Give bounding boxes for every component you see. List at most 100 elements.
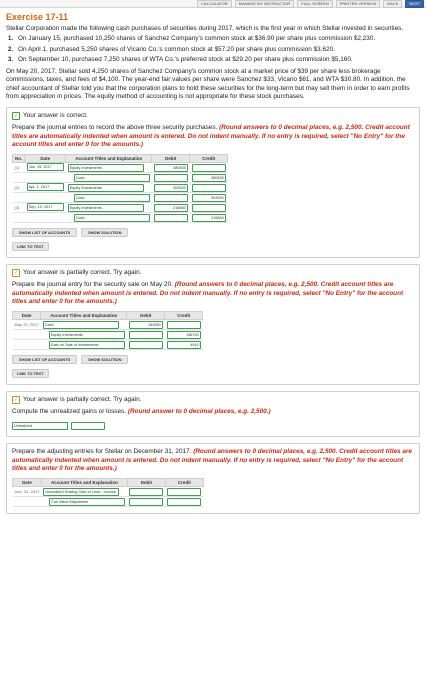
account-field[interactable]: Equity Investments (67, 183, 144, 192)
debit-cell: 161650 (126, 319, 165, 331)
account-cell: Cash (65, 212, 152, 224)
toolbar-buttons: CALCULATOR MANAGE MY INSTRUCTOR FULL SCR… (197, 0, 424, 8)
col-date: Date (11, 311, 42, 321)
account-cell: Cash (65, 192, 152, 204)
account-cell: Unrealized Holding Gain or Loss - Income (41, 486, 128, 498)
debit-field[interactable] (128, 330, 163, 339)
credit-field[interactable] (167, 497, 202, 506)
date-cell: Jan. 15, 2017 (24, 162, 66, 174)
account-field[interactable]: Cash (73, 193, 150, 202)
show-accounts-button[interactable]: SHOW LIST OF ACCOUNTS (12, 355, 78, 365)
col-account: Account Titles and Explanation (65, 154, 153, 164)
account-cell: Cash (65, 172, 152, 184)
status-text: Your answer is partially correct. Try ag… (23, 269, 142, 277)
partial-check-icon: ✓ (12, 396, 20, 405)
credit-cell: 380455 (189, 172, 228, 184)
date-field[interactable]: Sep. 10, 2017 (26, 203, 64, 212)
account-cell: Equity Investments (65, 182, 152, 194)
instruction-red: (Round answer to 0 decimal places, e.g. … (127, 408, 271, 416)
debit-field[interactable] (153, 173, 188, 182)
credit-field[interactable]: 303920 (191, 193, 226, 202)
part1-instruction: Prepare the journal entries to record th… (12, 124, 414, 149)
credit-cell (164, 319, 203, 331)
date-field[interactable]: Apr. 1, 2017 (26, 183, 64, 192)
part2-buttons: SHOW LIST OF ACCOUNTS SHOW SOLUTION (12, 355, 414, 365)
date-cell (12, 339, 41, 351)
account-field[interactable]: Equity Investments (67, 203, 144, 212)
entry-number: (3) (12, 202, 25, 214)
part4-instruction: Prepare the adjusting entries for Stella… (12, 448, 414, 473)
account-field[interactable]: Cash (73, 173, 150, 182)
debit-field[interactable]: 161650 (128, 320, 163, 329)
debit-field[interactable]: 303920 (153, 183, 188, 192)
account-field[interactable]: Gain on Sale of Investments (48, 340, 125, 349)
debit-cell (127, 496, 166, 508)
credit-field[interactable] (191, 163, 226, 172)
show-solution-button[interactable]: SHOW SOLUTION (81, 228, 129, 238)
date-cell: Apr. 1, 2017 (24, 182, 66, 194)
credit-cell: 303920 (189, 192, 228, 204)
unrealized-row: Unrealized (12, 422, 414, 431)
table-row: (2) Apr. 1, 2017 Equity Investments 3039… (12, 182, 228, 194)
credit-field[interactable] (167, 487, 202, 496)
debit-field[interactable]: 380455 (153, 163, 188, 172)
credit-field[interactable] (166, 320, 201, 329)
item-number: 2. (8, 46, 14, 53)
part2-panel: ✓ Your answer is partially correct. Try … (6, 264, 420, 386)
credit-field[interactable] (191, 183, 226, 192)
debit-field[interactable] (128, 340, 163, 349)
debit-field[interactable]: 216860 (153, 203, 188, 212)
debit-field[interactable] (153, 193, 188, 202)
table-row: Equity Investments 156740 (12, 329, 203, 341)
credit-cell: 156740 (164, 329, 203, 341)
debit-field[interactable] (129, 497, 164, 506)
entry-number (12, 212, 25, 224)
printer-version-button[interactable]: PRINTER VERSION (335, 0, 381, 8)
instruction-plain: Compute the unrealized gains or losses. (12, 408, 127, 416)
debit-field[interactable] (129, 487, 164, 496)
journal-table-4: Date Account Titles and Explanation Debi… (12, 478, 204, 508)
account-field[interactable]: Fair Value Adjustment (49, 497, 126, 506)
account-field[interactable]: Cash (42, 320, 119, 329)
show-solution-button[interactable]: SHOW SOLUTION (81, 355, 129, 365)
next-button[interactable]: NEXT (405, 0, 424, 8)
account-field[interactable]: Equity Investments (48, 330, 125, 339)
account-field[interactable]: Equity Investments (67, 163, 144, 172)
fullscreen-button[interactable]: FULL SCREEN (297, 0, 333, 8)
item-text: On September 10, purchased 7,250 shares … (18, 55, 353, 63)
debit-cell (126, 329, 165, 341)
item-number: 3. (8, 56, 14, 63)
table-row: (3) Sep. 10, 2017 Equity Investments 216… (12, 202, 228, 214)
credit-cell (165, 496, 204, 508)
date-cell: Dec. 31, 2017 (12, 486, 42, 498)
calculator-button[interactable]: CALCULATOR (197, 0, 232, 8)
date-field[interactable]: Jan. 15, 2017 (26, 163, 64, 172)
credit-cell (189, 162, 228, 174)
account-field[interactable]: Cash (73, 213, 150, 222)
credit-field[interactable]: 216860 (191, 213, 226, 222)
col-account: Account Titles and Explanation (40, 311, 128, 321)
unrealized-amount-field[interactable] (71, 422, 105, 431)
item-number: 1. (8, 36, 14, 43)
debit-cell (127, 486, 166, 498)
instructor-button[interactable]: MANAGE MY INSTRUCTOR (234, 0, 295, 8)
part4-panel: Prepare the adjusting entries for Stella… (6, 443, 420, 515)
instruction-plain: Prepare the adjusting entries for Stella… (12, 448, 192, 456)
credit-field[interactable]: 380455 (191, 173, 226, 182)
show-accounts-button[interactable]: SHOW LIST OF ACCOUNTS (12, 228, 78, 238)
link-to-text-button[interactable]: LINK TO TEXT (12, 242, 49, 252)
back-button[interactable]: BACK (383, 0, 403, 8)
top-toolbar: CALCULATOR MANAGE MY INSTRUCTOR FULL SCR… (0, 0, 426, 8)
debit-cell: 216860 (151, 202, 190, 214)
account-field[interactable]: Unrealized Holding Gain or Loss - Income (43, 487, 120, 496)
credit-field[interactable] (191, 203, 226, 212)
col-no: No. (11, 154, 26, 164)
debit-field[interactable] (153, 213, 188, 222)
journal-table-1: No. Date Account Titles and Explanation … (11, 154, 229, 224)
unrealized-select[interactable]: Unrealized (12, 422, 68, 431)
credit-field[interactable]: 4910 (166, 340, 201, 349)
debit-cell: 303920 (151, 182, 190, 194)
table-row: May 20, 2017 Cash 161650 (12, 319, 203, 331)
credit-field[interactable]: 156740 (166, 330, 201, 339)
link-to-text-button[interactable]: LINK TO TEXT (12, 369, 49, 379)
